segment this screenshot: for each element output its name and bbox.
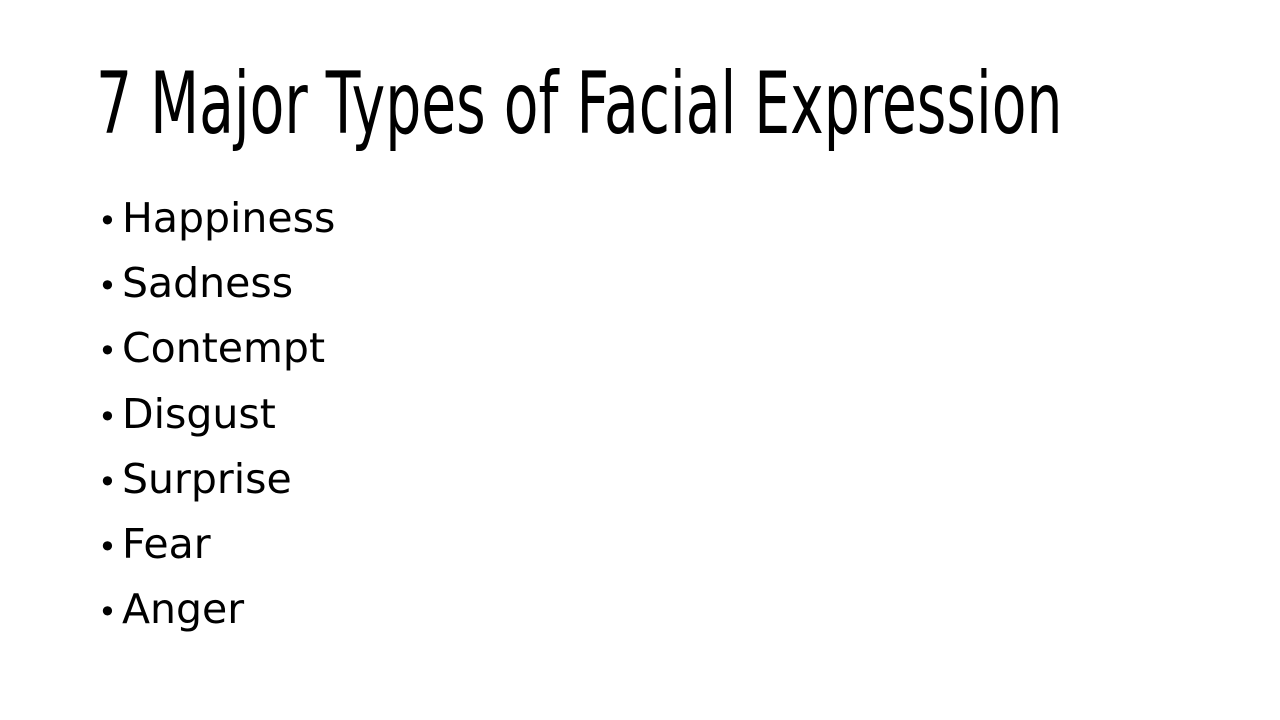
slide-title: 7 Major Types of Facial Expression [96, 54, 1063, 154]
bullet-text: Fear [122, 519, 211, 568]
list-item: • Surprise [98, 455, 335, 520]
bullet-text: Surprise [122, 454, 292, 503]
bullet-text: Contempt [122, 324, 326, 373]
list-item: • Sadness [98, 259, 335, 324]
bullet-text: Sadness [122, 259, 294, 308]
list-item: • Contempt [98, 324, 335, 389]
bullet-text: Happiness [122, 194, 336, 242]
bullet-list: • Happiness • Sadness • Contempt • Disgu… [98, 194, 335, 650]
bullet-icon: • [98, 527, 117, 566]
bullet-icon: • [98, 202, 117, 240]
slide: 7 Major Types of Facial Expression • Hap… [0, 0, 1280, 720]
list-item: • Happiness [98, 194, 335, 259]
bullet-icon: • [98, 397, 117, 436]
list-item: • Disgust [98, 390, 335, 455]
bullet-icon: • [98, 267, 117, 306]
bullet-icon: • [98, 332, 117, 371]
bullet-text: Disgust [122, 389, 276, 438]
bullet-icon: • [98, 593, 117, 632]
list-item: • Fear [98, 520, 335, 585]
bullet-icon: • [98, 462, 117, 501]
bullet-text: Anger [122, 585, 245, 634]
list-item: • Anger [98, 585, 335, 650]
